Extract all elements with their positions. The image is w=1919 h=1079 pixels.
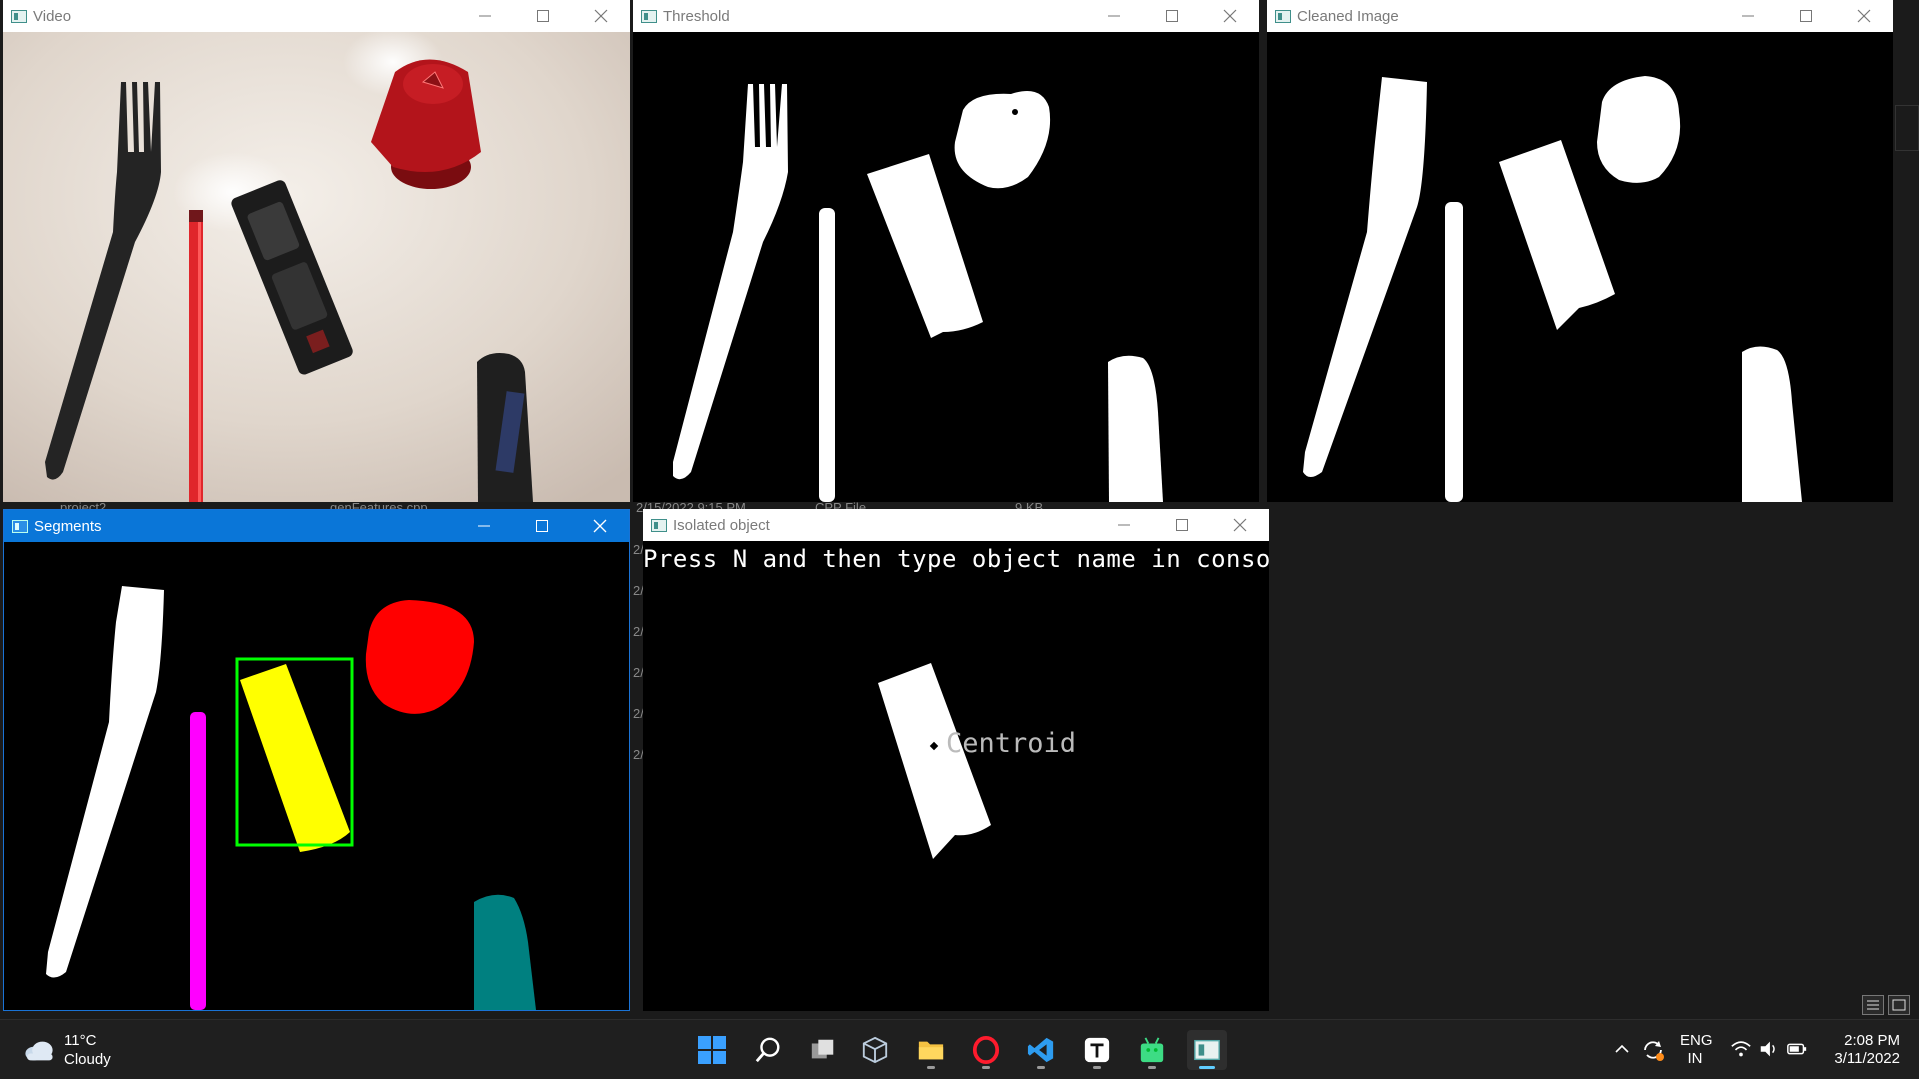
isolated-object-window[interactable]: Isolated object Press N and then type ob…: [643, 509, 1269, 1011]
search-button[interactable]: [748, 1030, 788, 1070]
maximize-button[interactable]: [513, 510, 571, 542]
cloud-icon: [25, 1041, 53, 1061]
chevron-up-icon: [1615, 1044, 1629, 1053]
background-panel-edge: [1895, 105, 1919, 151]
maximize-button[interactable]: [1777, 0, 1835, 32]
show-hidden-icons-button[interactable]: [1612, 1039, 1632, 1059]
threshold-titlebar[interactable]: Threshold: [633, 0, 1259, 32]
cleaned-titlebar[interactable]: Cleaned Image: [1267, 0, 1893, 32]
maximize-button[interactable]: [1143, 0, 1201, 32]
android-studio-button[interactable]: [1132, 1030, 1172, 1070]
app-window-icon: [11, 9, 27, 23]
minimize-button[interactable]: [1085, 0, 1143, 32]
clock-time: 2:08 PM: [1844, 1032, 1900, 1049]
video-window[interactable]: Video: [3, 0, 630, 502]
minimize-button[interactable]: [1719, 0, 1777, 32]
window-title: Isolated object: [673, 516, 770, 534]
virtualbox-button[interactable]: [855, 1030, 895, 1070]
running-indicator: [1037, 1066, 1045, 1069]
opera-button[interactable]: [966, 1030, 1006, 1070]
sync-status-button[interactable]: [1640, 1037, 1666, 1063]
volume-icon: [1760, 1041, 1775, 1057]
segments-titlebar[interactable]: Segments: [4, 510, 629, 542]
pencil-object: [189, 210, 203, 502]
close-button[interactable]: [571, 510, 629, 542]
pencil-blob: [1445, 202, 1463, 502]
file-explorer-button[interactable]: [911, 1030, 951, 1070]
tiles-view-icon: [1892, 999, 1906, 1011]
list-view-icon: [1867, 1000, 1879, 1010]
pencil-blob: [819, 208, 835, 502]
language-code: ENG: [1680, 1032, 1713, 1049]
isolated-view: Press N and then type object name in con…: [643, 541, 1269, 1011]
isolated-titlebar[interactable]: Isolated object: [643, 509, 1269, 541]
video-feed: [3, 32, 630, 502]
wifi-icon: [1731, 1041, 1751, 1057]
app-window-icon: [12, 519, 28, 533]
language-indicator[interactable]: ENG IN: [1680, 1032, 1713, 1068]
close-button[interactable]: [1201, 0, 1259, 32]
search-icon: [755, 1037, 780, 1063]
start-icon: [698, 1036, 726, 1064]
running-indicator: [1093, 1066, 1101, 1069]
virtualbox-icon: [862, 1036, 888, 1064]
task-view-button[interactable]: [803, 1030, 843, 1070]
keyboard-region: IN: [1687, 1050, 1703, 1067]
segments-view: [4, 542, 629, 1010]
android-studio-icon: [1140, 1037, 1164, 1063]
maximize-button[interactable]: [1153, 509, 1211, 541]
centroid-label: Centroid: [946, 728, 1077, 759]
running-indicator: [927, 1066, 935, 1069]
threshold-view: [633, 32, 1259, 502]
app-window-icon: [1275, 9, 1291, 23]
video-titlebar[interactable]: Video: [3, 0, 630, 32]
window-title: Cleaned Image: [1297, 7, 1399, 25]
app-window-icon: [651, 518, 667, 532]
network-volume-battery-group[interactable]: [1730, 1038, 1810, 1062]
typora-button[interactable]: [1077, 1030, 1117, 1070]
start-button[interactable]: [692, 1030, 732, 1070]
taskbar: 11°C Cloudy ENG IN 2:08 PM 3/11/2022: [0, 1019, 1919, 1079]
clock-date: 3/11/2022: [1834, 1050, 1900, 1067]
running-indicator: [982, 1066, 990, 1069]
opencv-windows-button[interactable]: [1187, 1030, 1227, 1070]
opencv-window-icon: [1194, 1039, 1220, 1061]
running-indicator: [1199, 1066, 1215, 1069]
typora-icon: [1084, 1037, 1110, 1063]
cleaned-view: [1267, 32, 1893, 502]
clock[interactable]: 2:08 PM 3/11/2022: [1822, 1032, 1900, 1068]
isolated-cartridge-blob: [878, 663, 991, 859]
weather-condition: Cloudy: [64, 1051, 111, 1068]
window-title: Threshold: [663, 7, 730, 25]
window-title: Segments: [34, 517, 102, 535]
minimize-button[interactable]: [456, 0, 514, 32]
pencil-segment: [190, 712, 206, 1010]
close-button[interactable]: [572, 0, 630, 32]
app-window-icon: [641, 9, 657, 23]
cleaned-image-window[interactable]: Cleaned Image: [1267, 0, 1893, 502]
running-indicator: [1148, 1066, 1156, 1069]
tiles-view-button[interactable]: [1888, 995, 1910, 1015]
vscode-icon: [1027, 1037, 1054, 1063]
close-button[interactable]: [1211, 509, 1269, 541]
marker-object: [477, 353, 533, 502]
opera-icon: [972, 1036, 1000, 1064]
window-title: Video: [33, 7, 72, 25]
file-explorer-icon: [918, 1041, 944, 1060]
threshold-window[interactable]: Threshold: [633, 0, 1259, 502]
minimize-button[interactable]: [455, 510, 513, 542]
close-button[interactable]: [1835, 0, 1893, 32]
details-view-button[interactable]: [1862, 995, 1884, 1015]
task-view-icon: [811, 1039, 834, 1059]
segments-window[interactable]: Segments: [3, 509, 630, 1011]
weather-temp: 11°C: [64, 1032, 97, 1049]
weather-widget[interactable]: 11°C Cloudy: [22, 1030, 142, 1070]
battery-icon: [1787, 1043, 1807, 1055]
maximize-button[interactable]: [514, 0, 572, 32]
minimize-button[interactable]: [1095, 509, 1153, 541]
vscode-button[interactable]: [1021, 1030, 1061, 1070]
sync-icon: [1644, 1041, 1664, 1061]
